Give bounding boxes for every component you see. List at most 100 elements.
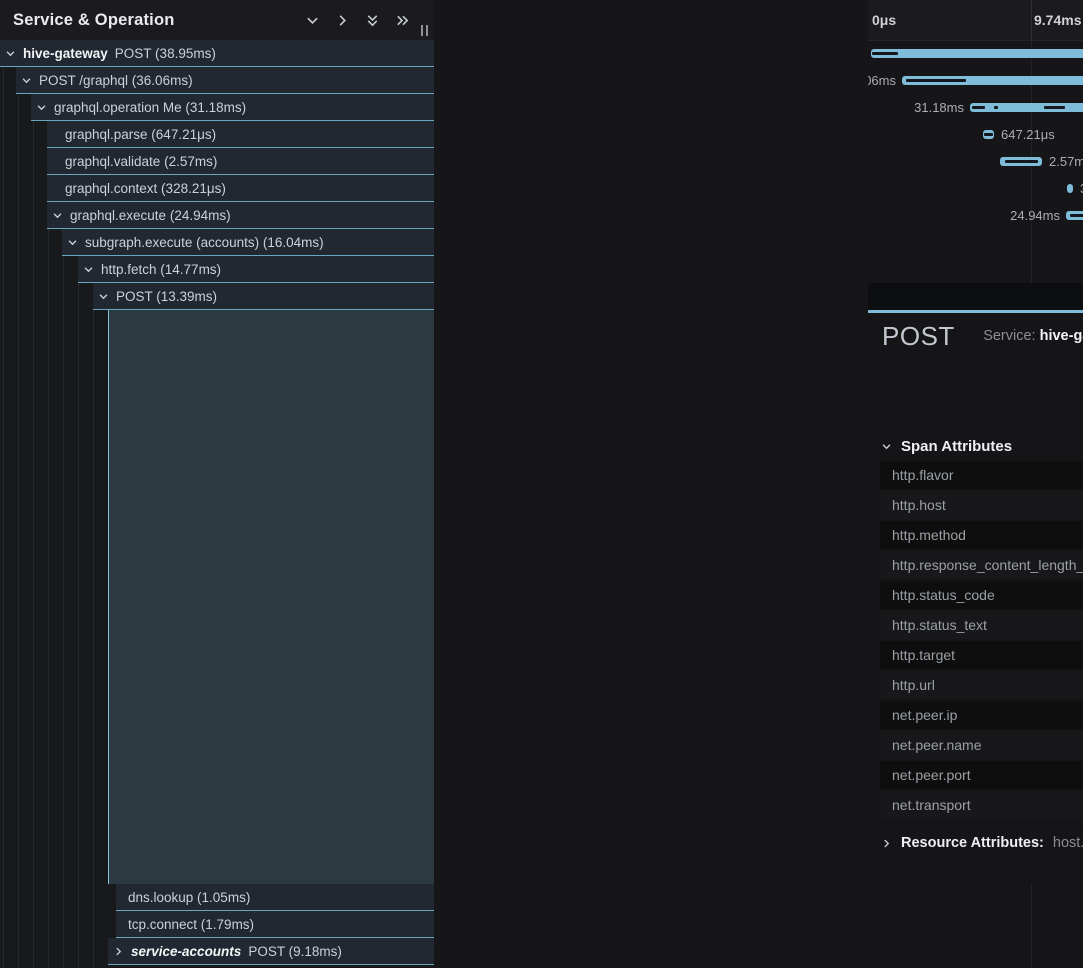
detail-meta-line: Library Name: @opentelemetry/instrumenta… [983, 369, 1083, 391]
timeline-row[interactable]: 647.21μs [868, 121, 1083, 148]
chevron-down-icon[interactable] [98, 291, 109, 302]
tree-row-cell: graphql.context (328.21μs) [47, 175, 434, 202]
double-chevron-down-button[interactable] [364, 12, 380, 28]
tree-row[interactable]: subgraph.execute (accounts) (16.04ms) [0, 229, 434, 256]
attribute-key: http.method [892, 521, 966, 549]
tree-row-cell: dns.lookup (1.05ms) [116, 884, 434, 911]
operation-label: tcp.connect (1.79ms) [128, 917, 254, 932]
chevron-down-icon[interactable] [36, 102, 47, 113]
operation-label: graphql.parse (647.21μs) [65, 127, 216, 142]
timeline-row[interactable]: 328.21μs [868, 175, 1083, 202]
timeline-rows-top: 36.06ms31.18ms647.21μs2.57ms328.21μs24.9… [868, 40, 1083, 310]
timeline-row[interactable] [868, 40, 1083, 67]
tree-row[interactable]: POST /graphql (36.06ms) [0, 67, 434, 94]
duration-label: 24.94ms [1010, 202, 1060, 229]
operation-label: graphql.execute (24.94ms) [70, 208, 231, 223]
attribute-row: net.peer.ip"::1" [880, 701, 1083, 729]
operation-label: POST (13.39ms) [116, 289, 217, 304]
chevron-right-button[interactable] [334, 12, 350, 28]
tree-row[interactable]: graphql.context (328.21μs) [0, 175, 434, 202]
operation-label: graphql.context (328.21μs) [65, 181, 226, 196]
chevron-down-icon[interactable] [21, 75, 32, 86]
operation-label: http.fetch (14.77ms) [101, 262, 221, 277]
duration-label: 647.21μs [1001, 121, 1055, 148]
child-span-marker [984, 133, 993, 136]
attribute-row: http.method"POST" [880, 521, 1083, 549]
attribute-row: net.peer.name"localhost" [880, 731, 1083, 759]
resource-key: host.arch [1053, 835, 1083, 851]
name-column-header: Service & Operation [0, 0, 434, 40]
detail-span-title: POST [882, 321, 955, 352]
double-chevron-right-button[interactable] [394, 12, 410, 28]
attribute-row: http.host"localhost:4011" [880, 491, 1083, 519]
attribute-key: net.peer.name [892, 731, 982, 759]
detail-meta-line: Library Version: 0.203.0 [983, 391, 1083, 413]
tree-row-cell: graphql.validate (2.57ms) [47, 148, 434, 175]
span-attributes-title: Span Attributes [901, 438, 1012, 455]
chevron-down-button[interactable] [304, 12, 320, 28]
axis-gridline [1031, 0, 1032, 40]
span-attributes-table: http.flavor"1.1"http.host"localhost:4011… [880, 461, 1083, 821]
child-span-marker [906, 79, 966, 82]
tree-row-cell: graphql.operation Me (31.18ms) [31, 94, 434, 121]
timeline-row[interactable]: 1.79ms [868, 911, 1083, 938]
timeline-row[interactable]: 31.18ms [868, 94, 1083, 121]
attribute-row: http.flavor"1.1" [880, 461, 1083, 489]
chevron-right-icon[interactable] [113, 946, 124, 957]
tree-row-cell: service-accountsPOST (9.18ms) [108, 938, 434, 965]
chevron-down-icon[interactable] [52, 210, 63, 221]
chevron-down-icon[interactable] [5, 48, 16, 59]
timeline-rows-bottom: 1.05ms1.79ms9.18ms [868, 884, 1083, 968]
panel-resize-handle[interactable] [421, 23, 431, 37]
attribute-row: http.response_content_length_uncompresse… [880, 551, 1083, 579]
child-span-marker [994, 106, 998, 109]
child-span-marker [972, 106, 985, 109]
tree-row[interactable]: dns.lookup (1.05ms) [0, 884, 434, 911]
span-duration-bar[interactable] [871, 49, 1083, 58]
timeline-row[interactable]: 14.77ms [868, 256, 1083, 283]
attribute-row: http.status_text"OK" [880, 611, 1083, 639]
timeline-row[interactable]: 16.04ms [868, 229, 1083, 256]
tree-row[interactable]: graphql.operation Me (31.18ms) [0, 94, 434, 121]
timeline-row[interactable]: 9.18ms [868, 938, 1083, 965]
span-duration-bar[interactable] [970, 103, 1083, 112]
attribute-row: http.url"http://localhost:4011/" [880, 671, 1083, 699]
tree-row[interactable]: graphql.execute (24.94ms) [0, 202, 434, 229]
child-span-marker [1044, 106, 1065, 109]
tree-row[interactable]: http.fetch (14.77ms) [0, 256, 434, 283]
resource-attributes-row[interactable]: Resource Attributes: host.arch=arm64host… [881, 835, 1083, 851]
span-attributes-header[interactable]: Span Attributes [881, 438, 1012, 455]
timeline-row[interactable]: 13.39ms [868, 283, 1083, 310]
operation-label: graphql.validate (2.57ms) [65, 154, 217, 169]
attribute-key: net.transport [892, 791, 971, 819]
tree-row-cell: subgraph.execute (accounts) (16.04ms) [62, 229, 434, 256]
chevron-down-icon[interactable] [67, 237, 78, 248]
tree-row[interactable]: graphql.validate (2.57ms) [0, 148, 434, 175]
resource-attributes-title: Resource Attributes: [901, 835, 1044, 851]
tree-row[interactable]: hive-gatewayPOST (38.95ms) [0, 40, 434, 67]
tree-row[interactable]: graphql.parse (647.21μs) [0, 121, 434, 148]
chevron-right-icon [881, 838, 892, 849]
chevron-down-icon[interactable] [83, 264, 94, 275]
tree-row[interactable]: tcp.connect (1.79ms) [0, 911, 434, 938]
tree-row-cell: POST /graphql (36.06ms) [16, 67, 434, 94]
operation-label: POST (38.95ms) [115, 46, 216, 61]
chevron-right-icon [335, 13, 350, 28]
span-duration-bar[interactable] [1067, 184, 1073, 193]
service-name: service-accounts [131, 944, 241, 959]
attribute-key: http.host [892, 491, 946, 519]
attribute-key: http.response_content_length_uncompresse… [892, 551, 1083, 579]
attribute-key: net.peer.ip [892, 701, 957, 729]
span-name-column: hive-gatewayPOST (38.95ms)POST /graphql … [0, 0, 434, 968]
timeline-row[interactable]: 36.06ms [868, 67, 1083, 94]
tree-row[interactable]: service-accountsPOST (9.18ms) [0, 938, 434, 965]
timeline-row[interactable]: 2.57ms [868, 148, 1083, 175]
expand-collapse-toolbar [304, 0, 410, 40]
tree-row[interactable]: POST (13.39ms) [0, 283, 434, 310]
child-span-marker [1005, 160, 1038, 163]
tree-row-cell: graphql.execute (24.94ms) [47, 202, 434, 229]
duration-label: 2.57ms [1049, 148, 1083, 175]
timeline-row[interactable]: 24.94ms [868, 202, 1083, 229]
meta-key: Service: [983, 328, 1039, 344]
timeline-row[interactable]: 1.05ms [868, 884, 1083, 911]
